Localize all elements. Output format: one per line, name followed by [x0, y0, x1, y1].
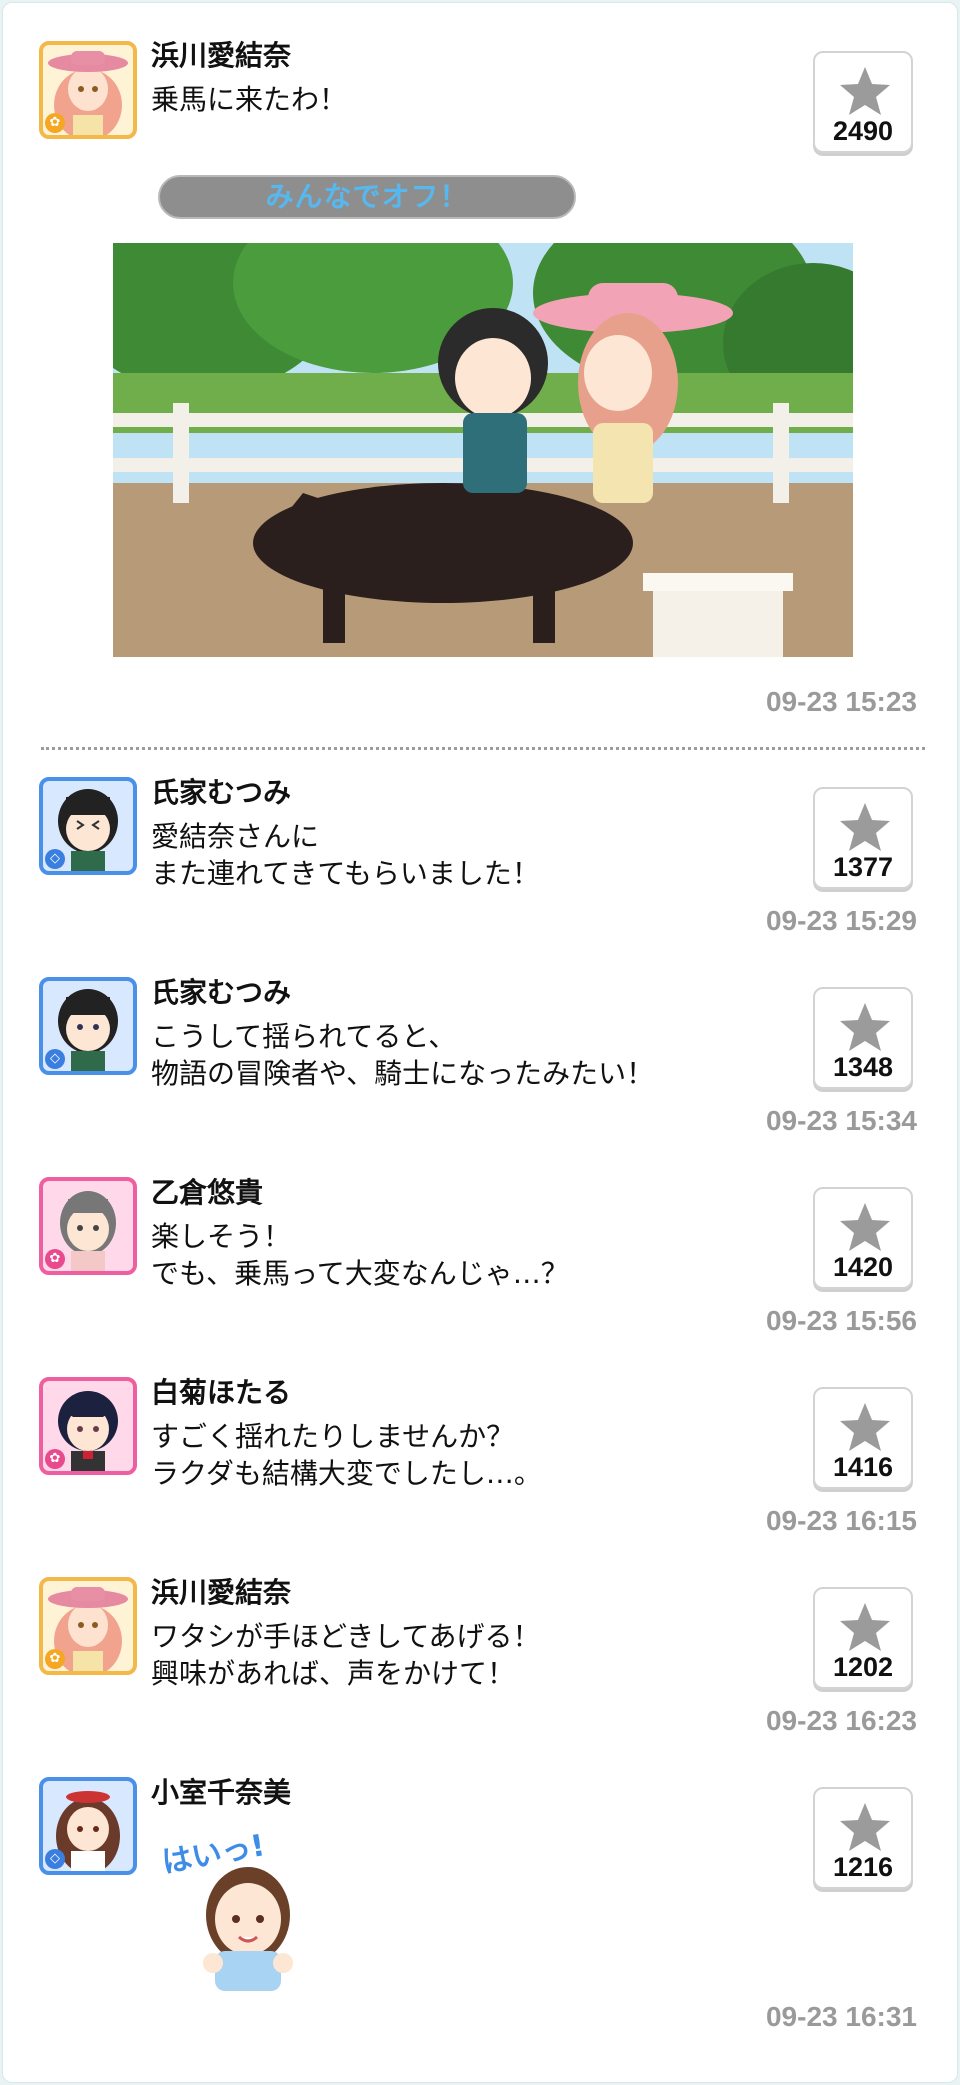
post-message-line: ラクダも結構大変でしたし…。 [151, 1457, 542, 1490]
attribute-badge-icon: ✿ [45, 1449, 65, 1469]
like-button[interactable]: 1377 [813, 787, 913, 889]
star-icon [840, 1403, 890, 1451]
avatar-komuro-chinami[interactable]: ◇ [39, 1777, 137, 1875]
star-icon [840, 803, 890, 851]
like-count: 2490 [832, 116, 894, 146]
attribute-badge-icon: ◇ [45, 849, 65, 869]
post-photo[interactable] [113, 243, 853, 657]
post-message-line: でも、乗馬って大変なんじゃ…？ [151, 1257, 569, 1290]
feed-panel: ✿ 浜川愛結奈 乗馬に来たわ！ 2490 みんなでオフ！ 09-23 15:23 [2, 2, 958, 2083]
attribute-badge-icon: ✿ [45, 113, 65, 133]
like-count: 1202 [832, 1652, 894, 1682]
like-button[interactable]: 1416 [813, 1387, 913, 1489]
avatar-hamakawa-ayuna[interactable]: ✿ [39, 41, 137, 139]
star-icon [840, 1803, 890, 1851]
post-timestamp: 09-23 15:56 [765, 1305, 917, 1336]
avatar-otokura-yuuki[interactable]: ✿ [39, 1177, 137, 1275]
star-icon [840, 67, 890, 115]
like-count: 1416 [832, 1452, 894, 1482]
post-author-name: 乙倉悠貴 [151, 1176, 264, 1209]
avatar-ujiie-mutsumi[interactable]: ◇ [39, 777, 137, 875]
avatar-shiragiku-hotaru[interactable]: ✿ [39, 1377, 137, 1475]
attribute-badge-icon: ◇ [45, 1849, 65, 1869]
like-button[interactable]: 1348 [813, 987, 913, 1089]
post-message-line: 物語の冒険者や、騎士になったみたい！ [151, 1057, 655, 1090]
event-banner: みんなでオフ！ [158, 175, 576, 219]
post-author-name: 氏家むつみ [151, 776, 292, 809]
like-button[interactable]: 1216 [813, 1787, 913, 1889]
like-count: 1420 [832, 1252, 894, 1282]
star-icon [840, 1003, 890, 1051]
post-timestamp: 09-23 15:34 [765, 1105, 917, 1136]
like-count: 1377 [832, 852, 894, 882]
post-timestamp: 09-23 15:23 [765, 686, 917, 717]
post-author-name: 浜川愛結奈 [151, 1576, 292, 1609]
post-timestamp: 09-23 16:15 [765, 1505, 917, 1536]
post-message-line: また連れてきてもらいました！ [151, 857, 540, 890]
like-count: 1348 [832, 1052, 894, 1082]
post-author-name: 白菊ほたる [151, 1376, 292, 1409]
post-message-line: すごく揺れたりしませんか？ [151, 1420, 515, 1453]
post-message-line: 愛結奈さんに [151, 820, 320, 853]
like-count: 1216 [832, 1852, 894, 1882]
post-message-line: こうして揺られてると、 [151, 1020, 457, 1053]
avatar-ujiie-mutsumi[interactable]: ◇ [39, 977, 137, 1075]
section-divider [41, 747, 925, 750]
post-message-line: 興味があれば、声をかけて！ [151, 1657, 516, 1690]
attribute-badge-icon: ✿ [45, 1249, 65, 1269]
avatar-hamakawa-ayuna[interactable]: ✿ [39, 1577, 137, 1675]
post-message-line: 楽しそう！ [151, 1220, 292, 1253]
attribute-badge-icon: ◇ [45, 1049, 65, 1069]
post-author-name: 浜川愛結奈 [151, 39, 292, 72]
post-author-name: 氏家むつみ [151, 976, 292, 1009]
like-button[interactable]: 1420 [813, 1187, 913, 1289]
star-icon [840, 1603, 890, 1651]
post-message-line: ワタシが手ほどきしてあげる！ [151, 1620, 541, 1653]
star-icon [840, 1203, 890, 1251]
post-message-line: 乗馬に来たわ！ [151, 83, 348, 116]
post-timestamp: 09-23 16:23 [765, 1705, 917, 1736]
like-button[interactable]: 2490 [813, 51, 913, 153]
post-timestamp: 09-23 15:29 [765, 905, 917, 936]
post-timestamp: 09-23 16:31 [765, 2001, 917, 2032]
like-button[interactable]: 1202 [813, 1587, 913, 1689]
post-author-name: 小室千奈美 [151, 1776, 292, 1809]
attribute-badge-icon: ✿ [45, 1649, 65, 1669]
